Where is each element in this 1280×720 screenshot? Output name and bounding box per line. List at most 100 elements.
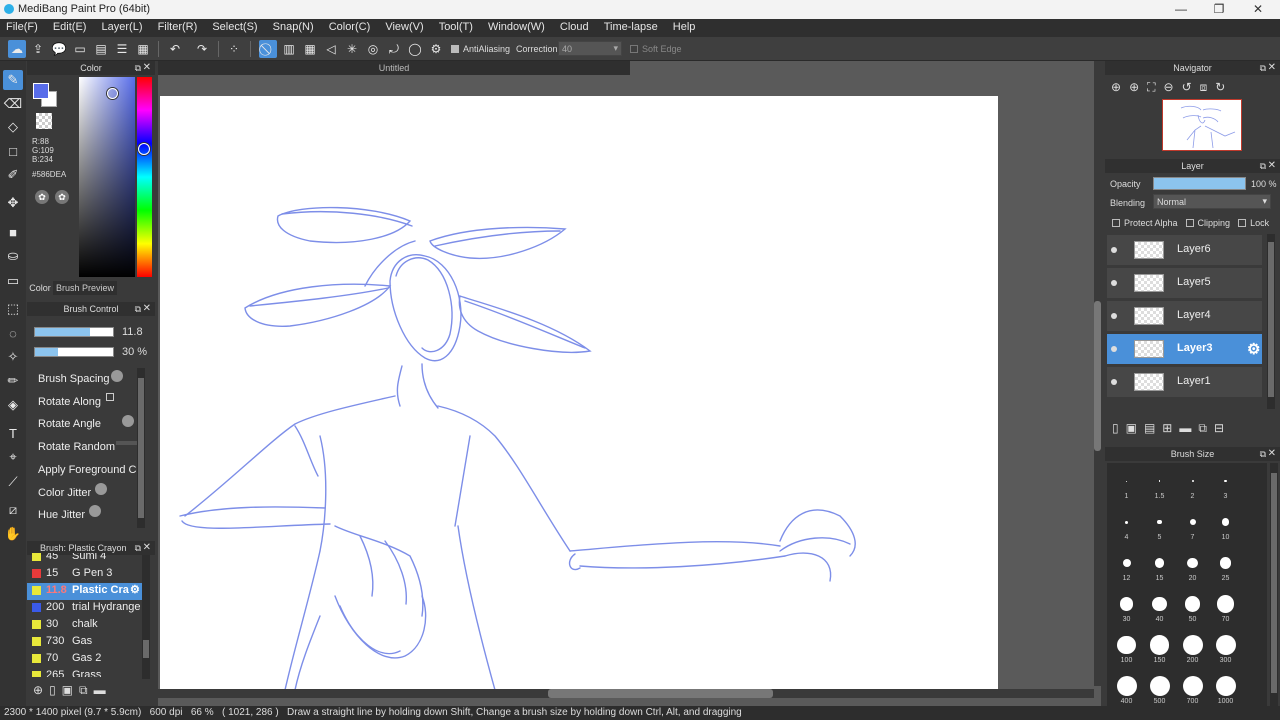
hue-slider[interactable]	[137, 77, 152, 277]
clipping-checkbox[interactable]	[1185, 219, 1194, 227]
menu-window[interactable]: Window(W)	[488, 19, 545, 35]
layer-row[interactable]: Layer4	[1107, 301, 1262, 331]
popout-icon[interactable]: ⧉	[1260, 447, 1266, 461]
zoom-in-icon[interactable]: ⊕	[1111, 80, 1129, 94]
layer-opacity-slider[interactable]	[1153, 177, 1246, 190]
brush-list-scrollbar[interactable]	[142, 555, 150, 679]
menu-snap[interactable]: Snap(N)	[273, 19, 314, 35]
undo-icon[interactable]: ↶	[166, 40, 184, 58]
snap-settings-icon[interactable]: ⚙	[427, 40, 445, 58]
transparent-color-swatch[interactable]	[36, 113, 52, 129]
menu-layer[interactable]: Layer(L)	[102, 19, 143, 35]
menu-edit[interactable]: Edit(E)	[53, 19, 87, 35]
document-icon[interactable]: ▤	[92, 40, 110, 58]
popout-icon[interactable]: ⧉	[1260, 159, 1266, 173]
menu-timelapse[interactable]: Time-lapse	[604, 19, 658, 35]
minimize-button[interactable]: —	[1166, 2, 1196, 17]
brush-size-option[interactable]: 10	[1209, 508, 1242, 541]
blending-select[interactable]: Normal ▾	[1153, 194, 1271, 209]
layer-row-selected[interactable]: Layer3 ⚙	[1107, 334, 1262, 364]
soft-edge-checkbox[interactable]	[630, 45, 638, 53]
layer-row[interactable]: Layer6	[1107, 235, 1262, 265]
menu-view[interactable]: View(V)	[385, 19, 423, 35]
folder-icon[interactable]: ▬	[1179, 421, 1198, 435]
menu-file[interactable]: File(F)	[6, 19, 38, 35]
list-item[interactable]: 30 chalk	[27, 617, 142, 634]
brush-size-option[interactable]: 15	[1143, 549, 1176, 582]
select-rect-icon[interactable]: ⬚	[3, 299, 23, 319]
menu-help[interactable]: Help	[673, 19, 696, 35]
navigator-thumbnail[interactable]	[1162, 99, 1242, 151]
upload-icon[interactable]: ⇪	[29, 40, 47, 58]
brush-opacity-slider[interactable]	[34, 347, 114, 357]
brush-size-option[interactable]: 1.5	[1143, 467, 1176, 500]
brush-size-option[interactable]: 7	[1176, 508, 1209, 541]
maximize-button[interactable]: ❐	[1204, 2, 1234, 17]
magic-wand-icon[interactable]: ✧	[3, 347, 23, 367]
eyedropper-icon[interactable]: ⟋	[3, 472, 23, 492]
menu-color[interactable]: Color(C)	[329, 19, 371, 35]
tab-color[interactable]: Color	[27, 281, 53, 295]
brush-size-option[interactable]: 1000	[1209, 672, 1242, 705]
add-brush-icon[interactable]: ⊕	[33, 683, 49, 697]
correction-select[interactable]: 40 ▾	[558, 41, 622, 56]
gradient-tool-icon[interactable]: ▭	[3, 271, 23, 291]
merge-layer-icon[interactable]: ⊟	[1214, 421, 1231, 435]
color-jitter-handle[interactable]	[95, 483, 107, 495]
brush-size-option[interactable]: 50	[1176, 590, 1209, 623]
brush-size-option[interactable]: 5	[1143, 508, 1176, 541]
palette-icon[interactable]: ✿	[35, 190, 49, 204]
select-pen-icon[interactable]: ✏	[3, 371, 23, 391]
brush-control-scrollbar[interactable]	[137, 368, 145, 528]
layer-menu-icon[interactable]: ⊞	[1162, 421, 1179, 435]
brush-size-option[interactable]: 40	[1143, 590, 1176, 623]
cloud-icon[interactable]: ☁	[8, 40, 26, 58]
snap-curve-icon[interactable]: ⤾	[385, 40, 403, 58]
visibility-icon[interactable]	[1111, 280, 1117, 286]
tab-untitled[interactable]: Untitled	[158, 61, 630, 75]
visibility-icon[interactable]	[1111, 379, 1117, 385]
fill-rect-icon[interactable]: ■	[3, 222, 23, 242]
redo-icon[interactable]: ↷	[193, 40, 211, 58]
close-icon[interactable]: ✕	[1268, 159, 1276, 173]
hand-tool-icon[interactable]: ✋	[3, 524, 23, 544]
menu-select[interactable]: Select(S)	[212, 19, 257, 35]
visibility-icon[interactable]	[1111, 346, 1117, 352]
list-item[interactable]: 730 Gas	[27, 634, 142, 651]
lasso-tool-icon[interactable]: ◌	[3, 323, 23, 343]
deselect-icon[interactable]: ⁘	[225, 40, 243, 58]
brush-size-option[interactable]: 1	[1110, 467, 1143, 500]
move-tool-icon[interactable]: ✥	[3, 193, 23, 213]
brush-size-scrollbar[interactable]	[1270, 463, 1278, 706]
brush-size-option[interactable]: 500	[1143, 672, 1176, 705]
zoom-out-icon[interactable]: ⊖	[1164, 80, 1182, 94]
brush-menu-icon[interactable]: ▣	[62, 683, 79, 697]
fit-icon[interactable]: ⛶	[1147, 80, 1163, 94]
rotate-angle-handle[interactable]	[122, 415, 134, 427]
zoom-icon[interactable]: ⊕	[1129, 80, 1147, 94]
visibility-icon[interactable]	[1111, 313, 1117, 319]
popout-icon[interactable]: ⧉	[135, 302, 141, 316]
color-history-icon[interactable]: ✿	[55, 190, 69, 204]
divide-tool-icon[interactable]: ⧄	[3, 500, 23, 520]
operation-tool-icon[interactable]: ⌖	[3, 447, 23, 467]
close-button[interactable]: ✕	[1243, 2, 1273, 17]
hue-jitter-handle[interactable]	[89, 505, 101, 517]
layer-row[interactable]: Layer5	[1107, 268, 1262, 298]
rectangle-tool-icon[interactable]: □	[3, 141, 23, 161]
list-item[interactable]: 70 Gas 2	[27, 651, 142, 668]
brush-size-option[interactable]: 700	[1176, 672, 1209, 705]
drawing-canvas[interactable]	[160, 96, 998, 690]
lock-checkbox[interactable]	[1238, 219, 1247, 227]
grid-icon[interactable]: ▦	[134, 40, 152, 58]
brush-size-slider[interactable]	[34, 327, 114, 337]
brush-size-option[interactable]: 200	[1176, 631, 1209, 664]
list-item[interactable]: 15 G Pen 3	[27, 566, 142, 583]
eraser-tool-icon[interactable]: ⌫	[3, 94, 23, 114]
brush-size-option[interactable]: 400	[1110, 672, 1143, 705]
snap-grid-icon[interactable]: ▦	[301, 40, 319, 58]
foreground-color-swatch[interactable]	[33, 83, 49, 99]
popout-icon[interactable]: ⧉	[1260, 61, 1266, 75]
brush-size-option[interactable]: 100	[1110, 631, 1143, 664]
new-halftone-layer-icon[interactable]: ▣	[1126, 421, 1144, 435]
